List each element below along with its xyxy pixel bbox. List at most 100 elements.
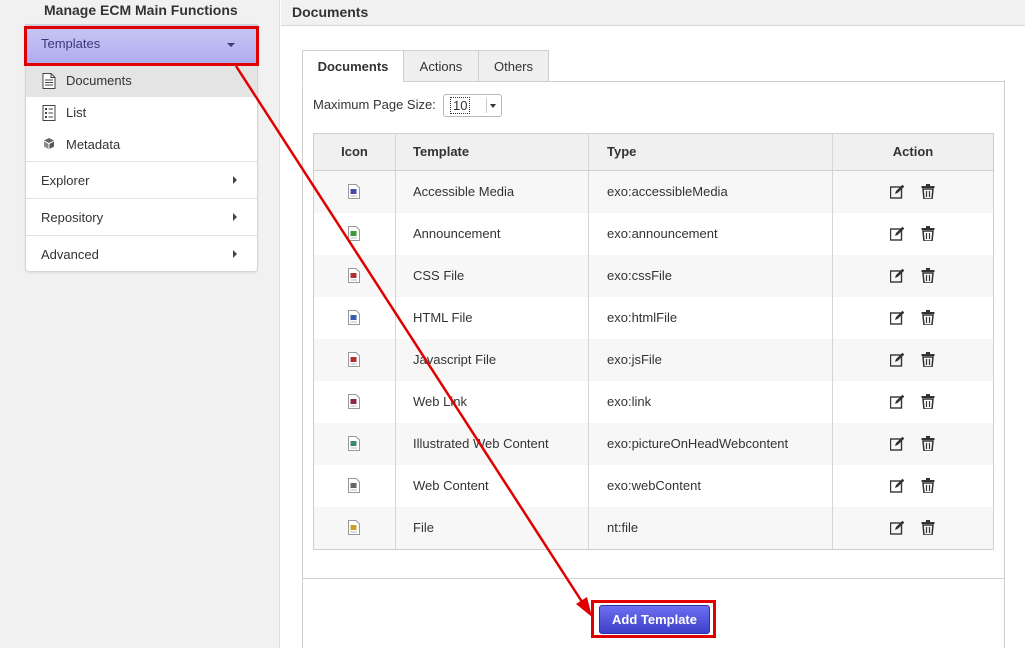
menu-item-repository[interactable]: Repository <box>26 199 257 236</box>
template-file-icon <box>348 352 360 367</box>
trash-icon[interactable] <box>921 352 935 367</box>
icon-cell <box>314 507 396 549</box>
templates-table: Icon Template Type Action Accessible Med… <box>313 133 994 550</box>
template-file-icon <box>348 184 360 199</box>
tab-actions[interactable]: Actions <box>403 50 479 82</box>
template-type: exo:link <box>589 381 833 423</box>
tab-others[interactable]: Others <box>478 50 549 82</box>
trash-icon[interactable] <box>921 268 935 283</box>
template-name: Web Content <box>396 465 589 507</box>
table-row: Illustrated Web Content exo:pictureOnHead… <box>314 423 993 465</box>
template-name: Accessible Media <box>396 171 589 213</box>
template-name: Javascript File <box>396 339 589 381</box>
submenu-item-metadata[interactable]: Metadata <box>26 129 257 161</box>
column-header-icon: Icon <box>314 134 396 170</box>
table-header: Icon Template Type Action <box>314 134 993 171</box>
add-template-button[interactable]: Add Template <box>599 605 710 634</box>
metadata-cubes-icon <box>44 138 54 149</box>
table-row: Accessible Media exo:accessibleMedia <box>314 171 993 213</box>
icon-cell <box>314 465 396 507</box>
edit-icon[interactable] <box>890 352 905 367</box>
list-icon <box>42 105 56 121</box>
menu-item-label: Repository <box>41 210 104 225</box>
edit-icon[interactable] <box>890 310 905 325</box>
template-name: HTML File <box>396 297 589 339</box>
action-cell <box>833 171 993 213</box>
edit-icon[interactable] <box>890 184 905 199</box>
template-file-icon <box>348 394 360 409</box>
template-name: File <box>396 507 589 549</box>
column-header-type: Type <box>589 134 833 170</box>
table-row: Announcement exo:announcement <box>314 213 993 255</box>
action-cell <box>833 423 993 465</box>
caret-right-icon <box>233 176 237 184</box>
main-panel: Documents Documents Actions Others Maxim… <box>281 0 1025 648</box>
caret-right-icon <box>233 250 237 258</box>
column-header-action: Action <box>892 144 934 159</box>
submenu-item-documents[interactable]: Documents <box>26 65 257 97</box>
icon-cell <box>314 171 396 213</box>
menu-item-label: Explorer <box>41 173 90 188</box>
action-cell <box>833 297 993 339</box>
tab-documents[interactable]: Documents <box>302 50 404 82</box>
table-body: Accessible Media exo:accessibleMedia Annou… <box>314 171 993 549</box>
submenu-item-list[interactable]: List <box>26 97 257 129</box>
icon-cell <box>314 339 396 381</box>
trash-icon[interactable] <box>921 436 935 451</box>
action-cell <box>833 213 993 255</box>
template-name: Illustrated Web Content <box>396 423 589 465</box>
icon-cell <box>314 381 396 423</box>
document-icon <box>42 73 56 89</box>
column-header-template: Template <box>396 134 589 170</box>
table-row: HTML File exo:htmlFile <box>314 297 993 339</box>
table-row: Web Link exo:link <box>314 381 993 423</box>
template-type: exo:webContent <box>589 465 833 507</box>
table-row: Javascript File exo:jsFile <box>314 339 993 381</box>
template-file-icon <box>348 436 360 451</box>
icon-cell <box>314 297 396 339</box>
trash-icon[interactable] <box>921 226 935 241</box>
trash-icon[interactable] <box>921 184 935 199</box>
template-type: exo:announcement <box>589 213 833 255</box>
menu-item-templates[interactable]: Templates <box>26 25 257 65</box>
template-file-icon <box>348 226 360 241</box>
template-name: Announcement <box>396 213 589 255</box>
template-type: exo:htmlFile <box>589 297 833 339</box>
template-name: CSS File <box>396 255 589 297</box>
action-cell <box>833 255 993 297</box>
table-row: Web Content exo:webContent <box>314 465 993 507</box>
icon-cell <box>314 255 396 297</box>
edit-icon[interactable] <box>890 268 905 283</box>
edit-icon[interactable] <box>890 436 905 451</box>
trash-icon[interactable] <box>921 520 935 535</box>
page-size-value: 10 <box>450 97 471 114</box>
menu-item-label: Templates <box>41 36 101 51</box>
icon-cell <box>314 423 396 465</box>
template-type: exo:cssFile <box>589 255 833 297</box>
template-type: exo:pictureOnHeadWebcontent <box>589 423 833 465</box>
template-file-icon <box>348 478 360 493</box>
divider <box>549 81 1005 82</box>
caret-down-icon <box>227 43 235 47</box>
trash-icon[interactable] <box>921 478 935 493</box>
action-cell <box>833 339 993 381</box>
trash-icon[interactable] <box>921 310 935 325</box>
template-file-icon <box>348 268 360 283</box>
table-row: CSS File exo:cssFile <box>314 255 993 297</box>
menu-item-explorer[interactable]: Explorer <box>26 162 257 199</box>
template-name: Web Link <box>396 381 589 423</box>
action-cell <box>833 381 993 423</box>
edit-icon[interactable] <box>890 394 905 409</box>
edit-icon[interactable] <box>890 478 905 493</box>
template-type: exo:jsFile <box>589 339 833 381</box>
trash-icon[interactable] <box>921 394 935 409</box>
edit-icon[interactable] <box>890 520 905 535</box>
divider <box>303 578 1005 579</box>
menu-item-advanced[interactable]: Advanced <box>26 236 257 273</box>
edit-icon[interactable] <box>890 226 905 241</box>
page-size-select[interactable]: 10 <box>443 94 502 117</box>
template-type: nt:file <box>589 507 833 549</box>
sidebar: Manage ECM Main Functions Templates Docu… <box>0 0 280 648</box>
dropdown-arrow-icon <box>486 98 498 113</box>
page-size-label: Maximum Page Size: <box>313 97 436 112</box>
